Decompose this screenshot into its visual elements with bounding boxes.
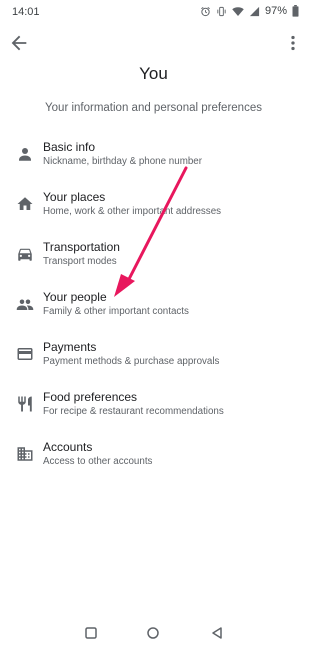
list-item-accounts[interactable]: Accounts Access to other accounts [0, 436, 307, 486]
item-subtitle: For recipe & restaurant recommendations [43, 406, 224, 417]
signal-icon [249, 6, 260, 16]
back-button[interactable] [8, 32, 30, 54]
car-icon [16, 245, 34, 263]
circle-icon [147, 627, 159, 639]
alarm-icon [201, 6, 210, 16]
battery-icon [292, 5, 299, 17]
top-app-bar [0, 30, 307, 56]
home-icon [16, 195, 34, 213]
list-item-transportation[interactable]: Transportation Transport modes [0, 236, 307, 286]
item-title: Payments [43, 340, 97, 354]
item-title: Accounts [43, 440, 93, 454]
people-icon [16, 295, 34, 313]
item-subtitle: Family & other important contacts [43, 306, 189, 317]
list-item-food-preferences[interactable]: Food preferences For recipe & restaurant… [0, 386, 307, 436]
restaurant-icon [16, 395, 34, 413]
building-icon [16, 445, 34, 463]
list-item-payments[interactable]: Payments Payment methods & purchase appr… [0, 336, 307, 386]
item-subtitle: Transport modes [43, 256, 117, 267]
item-subtitle: Home, work & other important addresses [43, 206, 222, 217]
item-title: Your people [43, 290, 107, 304]
item-subtitle: Access to other accounts [43, 456, 153, 467]
item-title: Food preferences [43, 390, 138, 404]
wifi-icon [232, 6, 244, 16]
item-title: Basic info [43, 140, 96, 154]
list-item-basic-info[interactable]: Basic info Nickname, birthday & phone nu… [0, 136, 307, 186]
item-title: Your places [43, 190, 106, 204]
system-navigation-bar [0, 620, 307, 650]
list-item-your-people[interactable]: Your people Family & other important con… [0, 286, 307, 336]
status-bar: 14:01 97% [0, 0, 307, 24]
home-button[interactable] [146, 626, 160, 640]
item-subtitle: Payment methods & purchase approvals [43, 356, 220, 367]
settings-list: Basic info Nickname, birthday & phone nu… [0, 136, 307, 486]
more-vert-icon [291, 35, 295, 51]
more-options-button[interactable] [285, 32, 301, 54]
battery-percentage: 97% [264, 5, 287, 17]
arrow-back-icon [11, 35, 27, 51]
item-subtitle: Nickname, birthday & phone number [43, 156, 203, 167]
square-icon [85, 627, 97, 639]
vibrate-icon [217, 6, 226, 16]
credit-card-icon [16, 345, 34, 363]
status-time: 14:01 [12, 6, 40, 18]
page-subtitle: Your information and personal preference… [45, 102, 262, 114]
list-item-your-places[interactable]: Your places Home, work & other important… [0, 186, 307, 236]
item-title: Transportation [43, 240, 120, 254]
triangle-back-icon [212, 627, 222, 639]
page-title: You [139, 64, 168, 83]
status-icons: 97% [200, 5, 299, 17]
recents-button[interactable] [84, 626, 98, 640]
person-icon [16, 145, 34, 163]
back-nav-button[interactable] [210, 626, 224, 640]
